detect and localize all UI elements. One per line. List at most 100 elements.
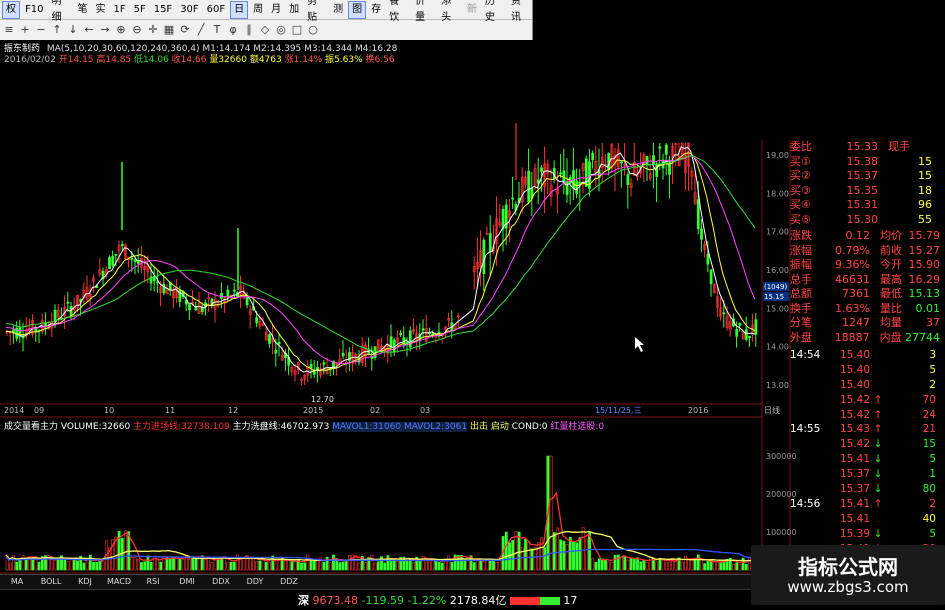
volume-bar: [658, 557, 662, 571]
volume-bar: [616, 554, 620, 571]
volume-bar: [428, 559, 431, 571]
bid-price: 15.37: [846, 169, 879, 182]
candle-body: [341, 352, 345, 357]
stat-value: 9.36%: [835, 258, 870, 271]
tab-ddx[interactable]: DDX: [204, 575, 238, 589]
candle-body: [735, 329, 739, 337]
candle-body: [482, 239, 486, 274]
volume-bar: [37, 561, 41, 571]
stat-value2: 15.90: [908, 258, 941, 271]
volume-bar: [373, 562, 377, 571]
trade-volume: 40: [922, 512, 936, 525]
bid-row: 买② 15.37 15: [790, 169, 940, 184]
top-value: 15.33: [846, 140, 879, 153]
volume-bar: [693, 559, 697, 571]
date-tick: 2015: [303, 406, 323, 415]
volume-bar: [303, 562, 307, 571]
volume-bar: [255, 561, 259, 571]
trade-time: [790, 482, 826, 497]
trade-volume: 5: [929, 363, 936, 376]
candle-body: [194, 306, 198, 311]
volume-bar: [348, 555, 351, 571]
volume-bar: [575, 542, 579, 571]
trade-direction: [870, 512, 886, 527]
stat-value: 0.12: [845, 229, 871, 242]
volume-bar: [396, 561, 399, 571]
status-extra: 17: [563, 594, 578, 607]
volume-bar: [712, 561, 716, 571]
trade-direction: ↑: [873, 497, 883, 510]
volume-bar: [370, 554, 374, 571]
volume-bar: [383, 562, 387, 571]
trade-price: 15.41: [839, 497, 870, 510]
stat-value2: 16.29: [908, 272, 941, 286]
candle-body: [268, 334, 271, 344]
volume-bar: [450, 562, 454, 571]
volume-bar: [738, 563, 742, 571]
volume-bar: [412, 562, 415, 571]
volume-bar: [88, 554, 92, 571]
volume-bar: [476, 559, 479, 571]
volume-bar: [562, 540, 566, 571]
tab-rsi[interactable]: RSI: [136, 575, 170, 589]
tab-boll[interactable]: BOLL: [34, 575, 68, 589]
trade-direction: ↑: [873, 393, 883, 406]
candle-body: [575, 180, 579, 194]
volume-bar: [332, 554, 335, 571]
tab-kdj[interactable]: KDJ: [68, 575, 102, 589]
start-label: 启动: [490, 422, 509, 432]
bid-label: 买②: [790, 169, 811, 182]
volume-bar: [530, 548, 534, 571]
trade-price: 15.37: [839, 483, 870, 496]
volume-bar: [568, 536, 572, 571]
candle-body: [277, 341, 281, 345]
candle-body: [255, 317, 259, 324]
price-tick: 19.00: [766, 151, 789, 160]
price-tick: 16.00: [766, 266, 789, 275]
stat-label: 换手: [790, 301, 812, 315]
volume-bar: [50, 559, 54, 571]
volume-bar: [344, 561, 348, 571]
volume-bar: [642, 560, 646, 571]
volume-bar: [341, 561, 345, 571]
candle-body: [421, 328, 425, 331]
candle-body: [53, 309, 57, 322]
candle-body: [232, 289, 236, 292]
low-marker: 12.70: [311, 395, 334, 404]
volume-bar: [306, 554, 310, 571]
outer-value: 18887: [834, 330, 870, 344]
volume-bars-group: [5, 455, 758, 571]
volume-bar: [629, 557, 633, 571]
volume-bar: [92, 561, 95, 571]
date-tick: 12: [228, 406, 238, 415]
volume-bar: [66, 561, 70, 571]
volume-bar: [290, 561, 294, 571]
tab-macd[interactable]: MACD: [102, 575, 136, 589]
bid-label: 买⑤: [790, 212, 811, 226]
volume-bar: [696, 554, 700, 571]
mouse-cursor-icon: [635, 337, 644, 352]
candle-body: [664, 144, 668, 155]
tab-dmi[interactable]: DMI: [170, 575, 204, 589]
trade-row: 15.37 ↓ 80: [790, 482, 940, 497]
bid-volume: 15: [918, 154, 932, 168]
volume-bar: [479, 560, 483, 571]
volume-bar: [572, 541, 575, 571]
volume-bar: [357, 562, 361, 571]
exit-label: 出击: [469, 422, 488, 432]
bid-row: 买④ 15.31 96: [790, 198, 940, 213]
volume-bar: [524, 539, 527, 571]
volume-bar: [514, 531, 518, 571]
tab-ddy[interactable]: DDY: [238, 575, 272, 589]
volume-bar: [274, 562, 278, 571]
stat-label2: 今开: [880, 258, 902, 271]
volume-bar: [213, 559, 217, 571]
price-tick: 14.00: [766, 343, 789, 352]
tab-ddz[interactable]: DDZ: [272, 575, 306, 589]
candle-body: [408, 330, 412, 348]
trade-price: 15.39: [839, 527, 870, 540]
price-tag-lower: 15.15: [764, 293, 784, 301]
volume-bar: [591, 557, 595, 571]
bid-label: 买①: [790, 154, 811, 168]
tab-ma[interactable]: MA: [0, 575, 34, 589]
